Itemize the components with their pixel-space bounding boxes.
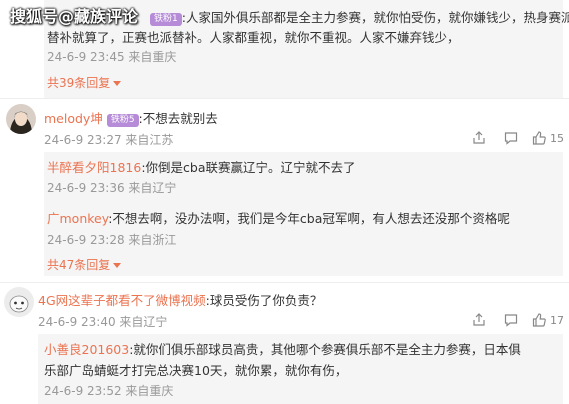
reply-text-line1: :人家国外俱乐部都是全主力参赛，就你怕受伤，就你嫌钱少，热身赛派 bbox=[181, 10, 569, 25]
watermark: 搜狐号@藏族评论 bbox=[10, 7, 139, 26]
reply-meta: 24-6-9 23:45 来自重庆 bbox=[47, 50, 177, 64]
expand-replies-link[interactable]: 共47条回复 bbox=[47, 256, 122, 273]
reply-text: 铁粉1:人家国外俱乐部都是全主力参赛，就你怕受伤，就你嫌钱少，热身赛派 bbox=[150, 7, 569, 26]
username-link[interactable]: melody坤 bbox=[44, 111, 103, 126]
chevron-down-icon bbox=[113, 81, 122, 86]
reply-username-link[interactable]: 广monkey bbox=[47, 211, 108, 226]
reply-item: 小善良201603:就你们俱乐部球员高贵，其他哪个参赛俱乐部不是全主力参赛，日本… bbox=[44, 339, 521, 358]
reply-text-line2: 乐部广岛蜻蜓才打完总决赛10天，就你累，就你有伤， bbox=[44, 363, 348, 378]
expand-replies-label: 共47条回复 bbox=[47, 258, 111, 272]
divider bbox=[0, 282, 569, 283]
reply-item: 广monkey:不想去啊，没办法啊，我们是今年cba冠军啊，有人想去还没那个资格… bbox=[47, 208, 510, 227]
comment-button[interactable] bbox=[504, 313, 518, 327]
chevron-down-icon bbox=[113, 263, 122, 268]
share-button[interactable] bbox=[472, 313, 486, 327]
reply-username-link[interactable]: 半醉看夕阳1816 bbox=[47, 160, 141, 175]
reply-username-link[interactable]: 小善良201603 bbox=[44, 342, 129, 357]
avatar[interactable] bbox=[6, 104, 36, 134]
like-count: 17 bbox=[550, 313, 564, 327]
comment-meta: 24-6-9 23:27 来自江苏 bbox=[44, 133, 174, 147]
reply-meta: 24-6-9 23:28 来自浙江 bbox=[47, 233, 177, 247]
comment-text: :不想去就别去 bbox=[138, 111, 218, 126]
comment-text: :球员受伤了你负责？ bbox=[205, 293, 323, 308]
reply-text-line1: :就你们俱乐部球员高贵，其他哪个参赛俱乐部不是全主力参赛，日本俱 bbox=[129, 342, 521, 357]
like-count: 15 bbox=[550, 131, 564, 145]
reply-text: :你倒是cba联赛赢辽宁。辽宁就不去了 bbox=[141, 160, 356, 175]
fan-badge: 铁粉1 bbox=[150, 13, 182, 26]
expand-replies-link[interactable]: 共39条回复 bbox=[47, 74, 122, 91]
comment-meta: 24-6-9 23:40 来自辽宁 bbox=[38, 315, 168, 329]
comment-body: melody坤 铁粉5:不想去就别去 bbox=[44, 108, 218, 127]
username-link[interactable]: 4G网这辈子都看不了微博视频 bbox=[38, 293, 206, 308]
reply-text-line2: 替补就算了，正赛也派替补。人家都重视，就你不重视。人家不嫌弃钱少， bbox=[47, 30, 460, 45]
like-button[interactable]: 17 bbox=[532, 313, 564, 327]
reply-text: :不想去啊，没办法啊，我们是今年cba冠军啊，有人想去还没那个资格呢 bbox=[108, 211, 510, 226]
comment-icon bbox=[504, 314, 518, 327]
divider bbox=[0, 98, 569, 99]
share-icon bbox=[473, 313, 485, 326]
reply-meta: 24-6-9 23:52 来自重庆 bbox=[44, 384, 174, 398]
expand-replies-label: 共39条回复 bbox=[47, 76, 111, 90]
avatar[interactable] bbox=[4, 287, 34, 317]
like-icon bbox=[532, 131, 546, 145]
share-button[interactable] bbox=[472, 131, 486, 145]
like-button[interactable]: 15 bbox=[532, 131, 564, 145]
like-icon bbox=[532, 313, 546, 327]
share-icon bbox=[473, 131, 485, 144]
comment-body: 4G网这辈子都看不了微博视频:球员受伤了你负责？ bbox=[38, 290, 322, 309]
reply-item: 半醉看夕阳1816:你倒是cba联赛赢辽宁。辽宁就不去了 bbox=[47, 157, 356, 176]
reply-meta: 24-6-9 23:36 来自辽宁 bbox=[47, 181, 177, 195]
comment-icon bbox=[504, 132, 518, 145]
comment-button[interactable] bbox=[504, 131, 518, 145]
fan-badge: 铁粉5 bbox=[106, 114, 139, 127]
